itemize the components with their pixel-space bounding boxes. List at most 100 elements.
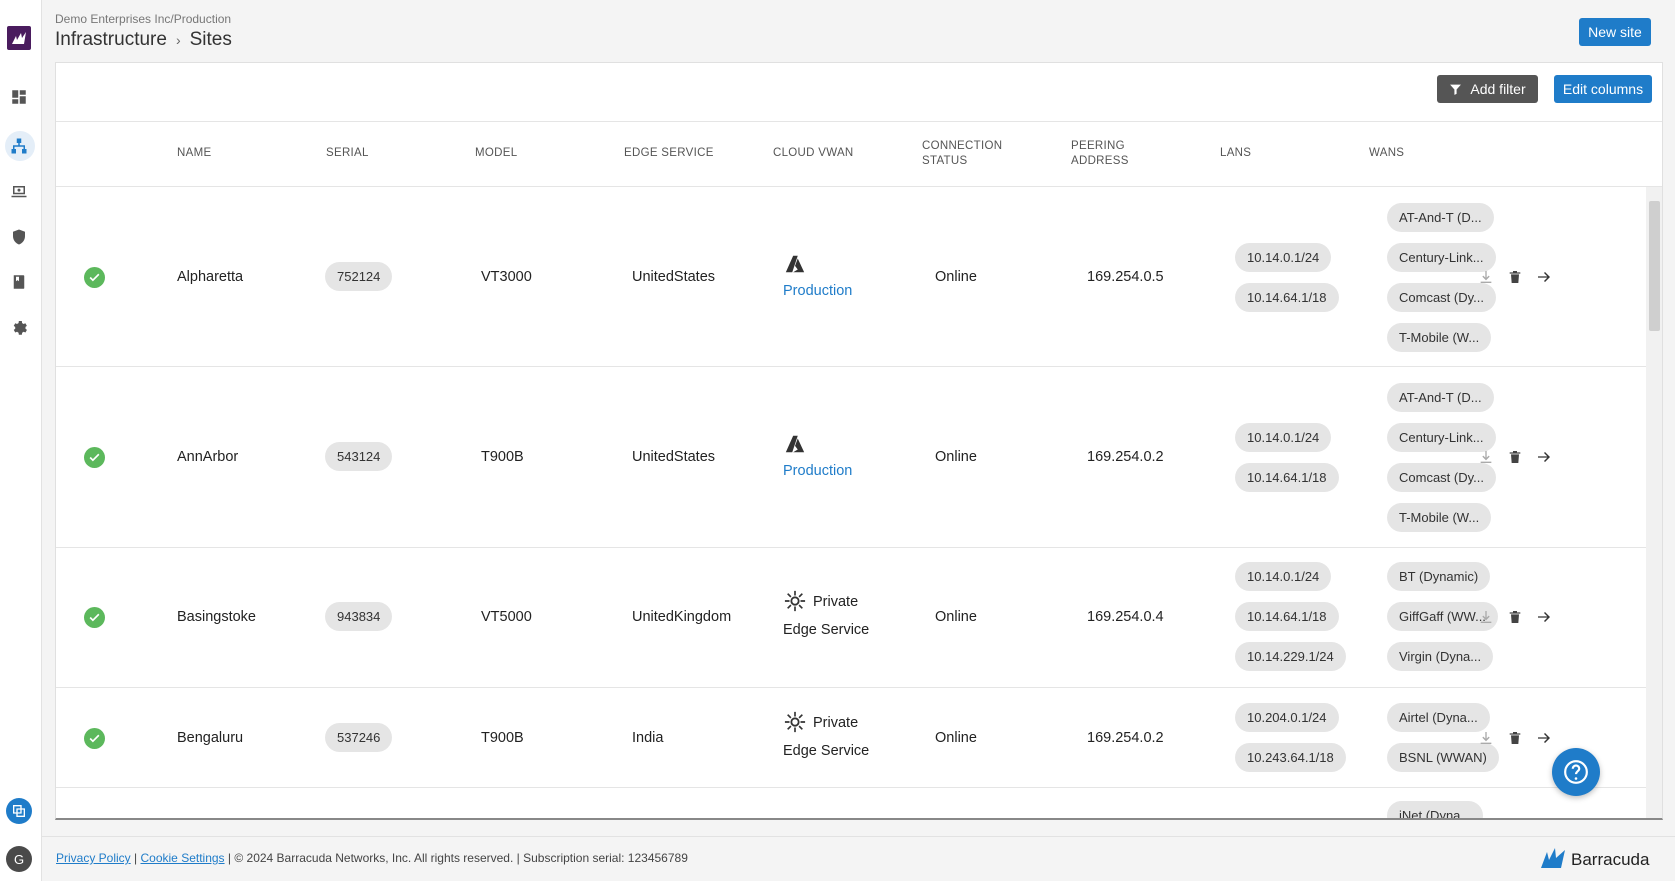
wan-chip: T-Mobile (W... (1387, 323, 1492, 352)
cloud-vwan-line1: Private (813, 715, 859, 731)
column-header-edge-service[interactable]: EDGE SERVICE (624, 146, 714, 161)
arrow-right-icon[interactable] (1536, 608, 1552, 626)
row-actions (1478, 268, 1552, 286)
delete-icon[interactable] (1507, 608, 1523, 626)
lan-chip: 10.14.64.1/18 (1235, 602, 1339, 631)
cookie-settings-link[interactable]: Cookie Settings (141, 851, 225, 865)
copyright-text: | © 2024 Barracuda Networks, Inc. All ri… (227, 851, 688, 865)
wan-chip: Virgin (Dyna... (1387, 642, 1494, 671)
delete-icon[interactable] (1507, 448, 1523, 466)
arrow-right-icon[interactable] (1536, 268, 1552, 286)
brand-name: Barracuda (1571, 850, 1650, 869)
column-header-name[interactable]: NAME (177, 146, 211, 161)
privacy-policy-link[interactable]: Privacy Policy (56, 851, 131, 865)
lan-chip: 10.14.64.1/18 (1235, 283, 1339, 312)
arrow-right-icon[interactable] (1536, 448, 1552, 466)
peering-address: 169.254.0.2 (1087, 730, 1164, 746)
breadcrumb-current: Sites (189, 29, 232, 50)
delete-icon[interactable] (1507, 268, 1523, 286)
breadcrumb-separator: › (175, 32, 181, 48)
column-header-lans[interactable]: LANS (1220, 146, 1251, 161)
book-icon[interactable] (8, 271, 30, 293)
column-header-serial[interactable]: SERIAL (326, 146, 369, 161)
cloud-vwan-line2: Edge Service (783, 743, 870, 759)
footer: Privacy Policy | Cookie Settings | © 202… (42, 836, 1675, 881)
peering-address: 169.254.0.2 (1087, 449, 1164, 465)
connection-status: Online (935, 449, 977, 465)
table-row[interactable]: Alpharetta 752124 VT3000 UnitedStates Pr… (56, 187, 1646, 367)
download-icon[interactable] (1478, 729, 1494, 747)
edit-columns-button[interactable]: Edit columns (1554, 75, 1652, 103)
edge-service: India (632, 730, 664, 746)
cloud-vwan-link[interactable]: Production (783, 463, 852, 479)
site-name[interactable]: AnnArbor (177, 449, 238, 465)
new-site-button[interactable]: New site (1579, 18, 1651, 46)
edge-service: UnitedKingdom (632, 609, 732, 625)
org-path: Demo Enterprises Inc/Production (55, 12, 232, 26)
connection-status: Online (935, 269, 977, 285)
row-actions (1478, 608, 1552, 626)
site-name[interactable]: Basingstoke (177, 609, 256, 625)
azure-icon (785, 435, 805, 453)
infrastructure-icon[interactable] (8, 135, 30, 157)
status-ok-icon (84, 267, 105, 288)
model: T900B (481, 730, 524, 746)
workspace-switch-icon[interactable] (6, 798, 32, 824)
cloud-vwan-line1: Private (813, 594, 859, 610)
wan-chip: iNet (Dyna... (1387, 801, 1484, 818)
cloud-vwan-line2: Edge Service (783, 622, 870, 638)
column-header-model[interactable]: MODEL (475, 146, 517, 161)
column-header-connection-status[interactable]: CONNECTION STATUS (922, 139, 1012, 169)
connection-status: Online (935, 730, 977, 746)
table-row[interactable]: AnnArbor 543124 T900B UnitedStates Produ… (56, 367, 1646, 548)
wan-chip: T-Mobile (W... (1387, 503, 1492, 532)
private-edge-icon (784, 590, 806, 612)
site-name[interactable]: Alpharetta (177, 269, 243, 285)
cloud-vwan-link[interactable]: Production (783, 283, 852, 299)
endpoint-icon[interactable] (8, 181, 30, 203)
status-ok-icon (84, 728, 105, 749)
wan-chip: AT-And-T (D... (1387, 203, 1494, 232)
breadcrumb-parent[interactable]: Infrastructure (55, 29, 167, 51)
lan-chip: 10.14.0.1/24 (1235, 423, 1332, 452)
wan-chip: Comcast (Dy... (1387, 463, 1496, 492)
lan-chip: 10.14.0.1/24 (1235, 562, 1332, 591)
wan-chip: BSNL (WWAN) (1387, 743, 1499, 772)
lan-chip: 10.204.0.1/24 (1235, 703, 1339, 732)
site-name[interactable]: Bengaluru (177, 730, 243, 746)
lan-chip: 10.14.64.1/18 (1235, 463, 1339, 492)
help-button[interactable] (1552, 748, 1600, 796)
filter-icon (1450, 84, 1462, 95)
scrollbar-thumb[interactable] (1649, 201, 1660, 331)
column-header-peering-address[interactable]: PEERING ADDRESS (1071, 139, 1141, 169)
sites-table-card: Add filter Edit columns NAME SERIAL MODE… (55, 62, 1663, 820)
download-icon[interactable] (1478, 608, 1494, 626)
arrow-right-icon[interactable] (1536, 729, 1552, 747)
table-row[interactable]: Bengaluru 537246 T900B India Private Edg… (56, 688, 1646, 788)
add-filter-button[interactable]: Add filter (1437, 75, 1538, 103)
user-avatar[interactable]: G (6, 846, 32, 872)
download-icon[interactable] (1478, 268, 1494, 286)
connection-status: Online (935, 609, 977, 625)
lan-chip: 10.243.64.1/18 (1235, 743, 1346, 772)
row-actions (1478, 448, 1552, 466)
column-header-cloud-vwan[interactable]: CLOUD VWAN (773, 146, 854, 161)
edge-service: UnitedStates (632, 449, 716, 465)
model: VT3000 (481, 269, 532, 285)
download-icon[interactable] (1478, 448, 1494, 466)
lan-chip: 10.14.229.1/24 (1235, 642, 1346, 671)
column-header-wans[interactable]: WANS (1369, 146, 1404, 161)
barracuda-logo-icon[interactable] (7, 26, 31, 50)
settings-gear-icon[interactable] (8, 316, 30, 338)
table-scrollbar[interactable] (1646, 187, 1662, 818)
table-row[interactable]: iNet (Dyna... (56, 788, 1646, 818)
wan-chip: Comcast (Dy... (1387, 283, 1496, 312)
dashboard-icon[interactable] (8, 86, 30, 108)
wan-chip: Airtel (Dyna... (1387, 703, 1490, 732)
serial-chip: 537246 (325, 723, 393, 752)
barracuda-brand: Barracuda (1539, 846, 1649, 870)
wan-chip: BT (Dynamic) (1387, 562, 1491, 591)
table-row[interactable]: Basingstoke 943834 VT5000 UnitedKingdom … (56, 548, 1646, 688)
delete-icon[interactable] (1507, 729, 1523, 747)
security-shield-icon[interactable] (8, 226, 30, 248)
